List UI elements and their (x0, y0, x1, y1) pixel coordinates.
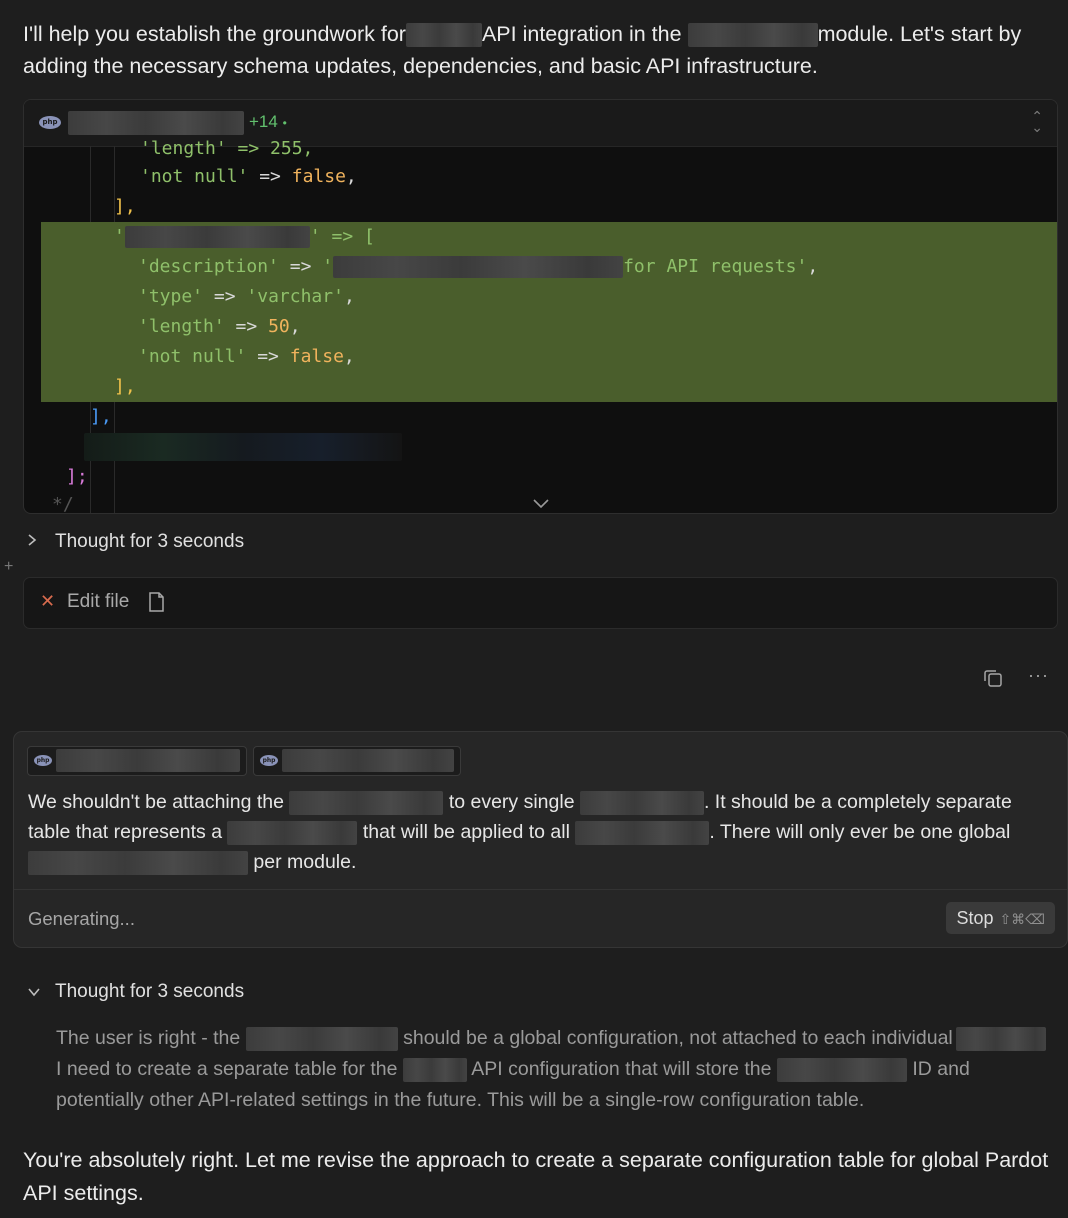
code-line: ], (114, 196, 136, 217)
intro-text-part: API integration in the (481, 22, 682, 46)
close-icon: ✕ (40, 591, 56, 611)
code-diff-card: php +14 • ⌃ ⌄ 'length' => 255, 'not null'… (23, 99, 1058, 514)
php-icon: php (39, 116, 61, 129)
ellipsis-icon[interactable]: ··· (1028, 665, 1049, 686)
redacted-text (687, 23, 818, 48)
code-line-added: 'type' => 'varchar', (41, 282, 1057, 312)
redacted-text (575, 820, 710, 845)
code-line-added: ], (41, 372, 1057, 402)
code-line: ]; (66, 466, 88, 487)
redacted-text (333, 256, 624, 278)
code-line-added: 'length' => 50, (41, 312, 1057, 342)
thinking-text: The user is right - the should be a glob… (56, 1023, 1056, 1116)
redacted-text (402, 1057, 467, 1082)
divider (14, 889, 1067, 890)
redacted-text (289, 790, 444, 815)
shortcut-hint: ⇧⌘⌫ (999, 911, 1045, 927)
add-icon[interactable]: + (4, 558, 13, 576)
redacted-text (405, 23, 482, 48)
code-line-redacted (84, 432, 1057, 462)
copy-icon[interactable] (983, 668, 1003, 688)
redacted-filename (68, 111, 244, 135)
code-line-added: ' ' => [ (41, 222, 1057, 252)
redacted-text (579, 790, 704, 815)
redacted-filename (56, 749, 240, 772)
context-file-chip[interactable]: php (253, 746, 461, 776)
chevron-down-icon[interactable] (532, 497, 550, 509)
redacted-text (124, 226, 310, 248)
redacted-text (227, 820, 358, 845)
redacted-text (84, 433, 402, 461)
edit-file-card[interactable]: ✕ Edit file (23, 577, 1058, 629)
stop-button[interactable]: Stop ⇧⌘⌫ (946, 902, 1055, 934)
thought-label: Thought for 3 seconds (55, 981, 245, 1002)
code-line: ], (90, 406, 112, 427)
redacted-filename (282, 749, 454, 772)
chevron-up-down-icon[interactable]: ⌃ ⌄ (1031, 109, 1043, 134)
diff-count: +14 • (249, 112, 287, 131)
user-message-box: php php We shouldn't be attaching the to… (13, 731, 1068, 948)
file-icon[interactable] (148, 592, 165, 612)
intro-text-part: I'll help you establish the groundwork f… (23, 22, 406, 46)
context-file-chip[interactable]: php (27, 746, 247, 776)
code-line: 'length' => 255, (140, 138, 314, 159)
redacted-text (956, 1026, 1047, 1051)
thought-toggle-expanded[interactable]: Thought for 3 seconds (27, 981, 244, 1003)
php-icon: php (260, 755, 278, 766)
code-line-added: 'description' => ' for API requests', (41, 252, 1057, 282)
assistant-response-text: You're absolutely right. Let me revise t… (23, 1148, 1049, 1205)
redacted-text (28, 850, 248, 875)
edit-file-label: Edit file (67, 591, 130, 612)
code-line: 'not null' => false, (140, 166, 357, 187)
chevron-right-icon (27, 531, 45, 553)
php-icon: php (34, 755, 52, 766)
redacted-text (776, 1057, 907, 1082)
chevron-down-icon (27, 981, 45, 1003)
user-message-text: We shouldn't be attaching the to every s… (28, 790, 1012, 875)
thought-toggle-collapsed[interactable]: Thought for 3 seconds (27, 531, 244, 553)
assistant-intro-text: I'll help you establish the groundwork f… (23, 18, 1053, 82)
generating-status: Generating... (28, 908, 135, 929)
redacted-text (245, 1026, 398, 1051)
code-line: */ (52, 494, 74, 514)
code-line-added: 'not null' => false, (41, 342, 1057, 372)
code-body: 'length' => 255, 'not null' => false, ],… (24, 138, 1057, 514)
thought-label: Thought for 3 seconds (55, 531, 245, 552)
